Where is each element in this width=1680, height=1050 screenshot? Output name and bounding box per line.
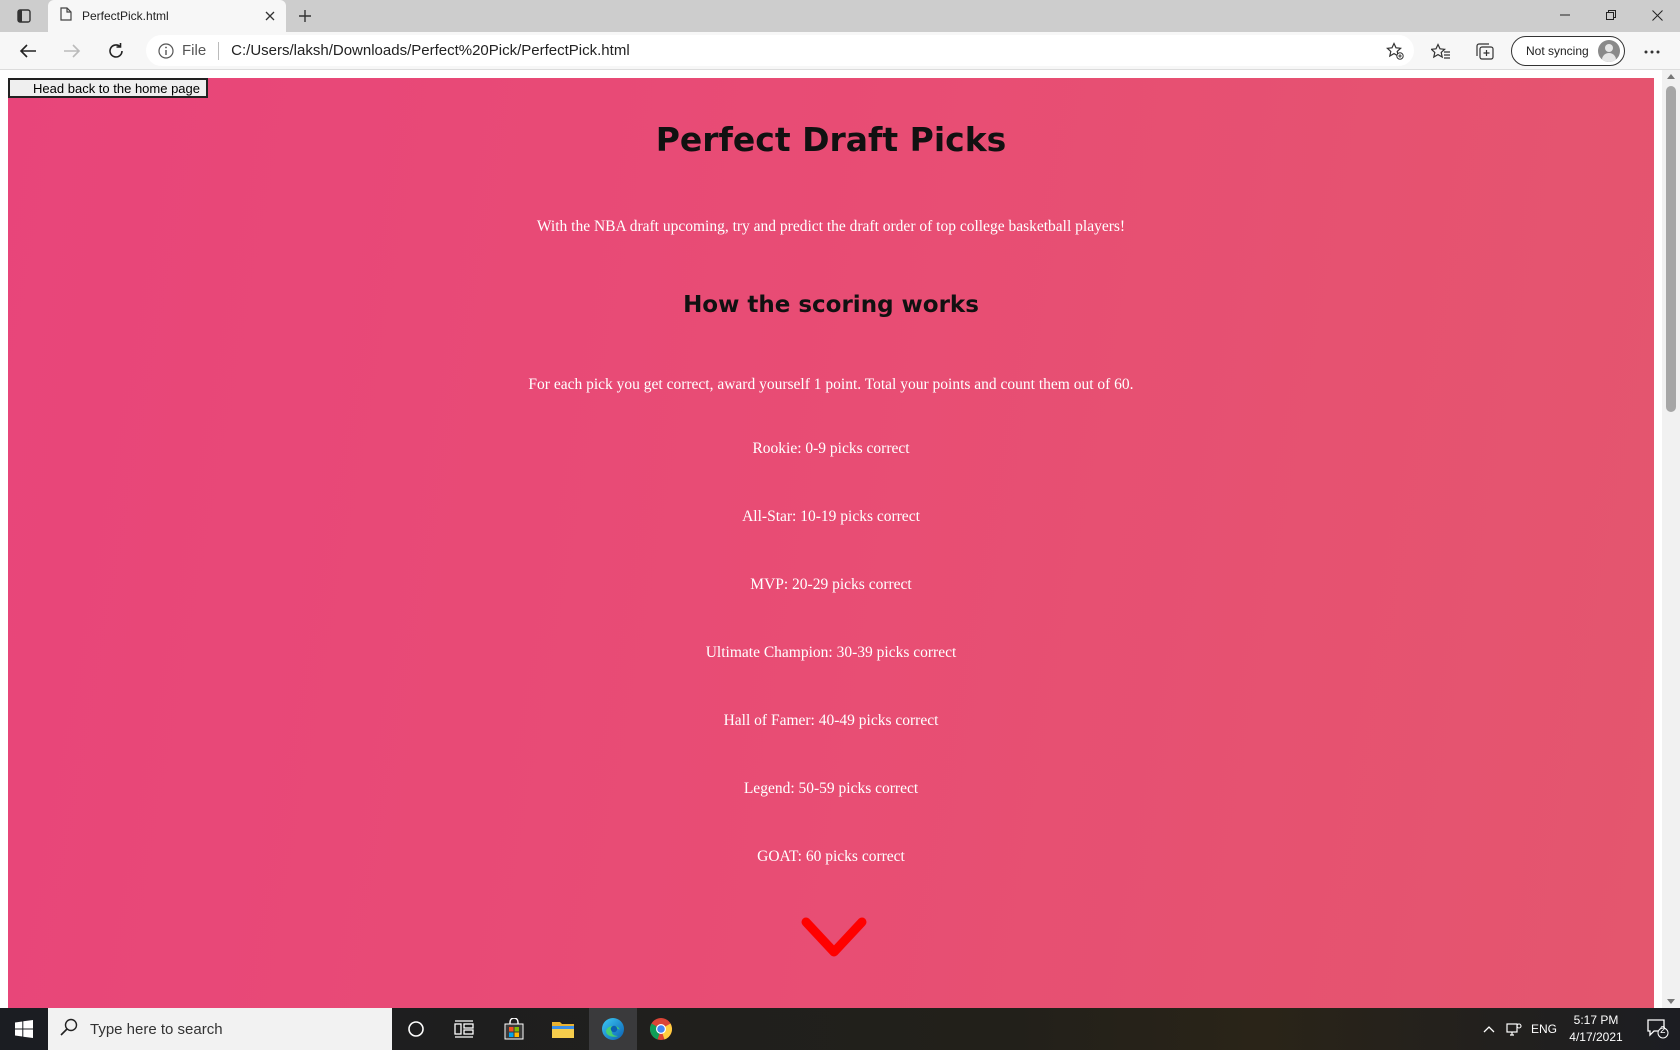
scroll-up-icon[interactable] — [1667, 74, 1675, 79]
windows-start-icon[interactable] — [0, 1008, 48, 1050]
protocol-label: File — [182, 42, 207, 59]
forward-arrow-icon[interactable] — [58, 37, 86, 65]
tab-actions-icon[interactable] — [10, 6, 38, 26]
refresh-icon[interactable] — [102, 37, 130, 65]
edge-browser-icon[interactable] — [589, 1008, 637, 1050]
favorites-icon[interactable] — [1430, 41, 1452, 63]
rank-mvp: MVP: 20-29 picks correct — [750, 576, 912, 593]
restore-button[interactable] — [1588, 0, 1634, 30]
address-divider — [218, 41, 220, 60]
page-viewport: Head back to the home page Perfect Draft… — [0, 70, 1680, 1008]
page-title: Perfect Draft Picks — [655, 120, 1007, 159]
new-tab-button[interactable] — [294, 5, 316, 27]
rank-hall-of-famer: Hall of Famer: 40-49 picks correct — [723, 712, 939, 729]
page-icon — [60, 6, 72, 26]
rank-list: Rookie: 0-9 picks correct All-Star: 10-1… — [8, 440, 1654, 916]
home-page-button[interactable]: Head back to the home page — [8, 78, 208, 98]
show-hidden-icons-chevron-up-icon[interactable] — [1478, 1008, 1500, 1050]
rank-all-star: All-Star: 10-19 picks correct — [742, 508, 920, 525]
url-text[interactable]: C:/Users/laksh/Downloads/Perfect%20Pick/… — [231, 42, 629, 59]
page-scrollbar[interactable] — [1662, 70, 1680, 1008]
back-arrow-icon[interactable] — [14, 37, 42, 65]
chevron-down-icon[interactable] — [800, 916, 868, 962]
rank-goat: GOAT: 60 picks correct — [757, 848, 905, 865]
info-icon[interactable] — [158, 42, 174, 59]
file-explorer-icon[interactable] — [539, 1008, 587, 1050]
avatar — [1598, 40, 1620, 62]
task-view-icon[interactable] — [440, 1008, 488, 1050]
collections-icon[interactable] — [1474, 41, 1496, 63]
browser-tab[interactable]: PerfectPick.html — [48, 0, 286, 32]
address-bar[interactable]: File C:/Users/laksh/Downloads/Perfect%20… — [146, 35, 1414, 66]
close-tab-icon[interactable] — [262, 8, 278, 24]
rank-ultimate-champion: Ultimate Champion: 30-39 picks correct — [705, 644, 957, 661]
page-body: Head back to the home page Perfect Draft… — [8, 78, 1654, 1008]
minimize-button[interactable] — [1542, 0, 1588, 30]
search-icon — [60, 1018, 78, 1041]
add-favorite-icon[interactable] — [1386, 42, 1404, 60]
clock-date: 4/17/2021 — [1569, 1030, 1623, 1044]
language-indicator[interactable]: ENG — [1528, 1008, 1560, 1050]
search-placeholder: Type here to search — [90, 1020, 223, 1038]
scoring-rules-text: For each pick you get correct, award you… — [528, 376, 1134, 393]
notification-count-badge: 2 — [1660, 1025, 1666, 1036]
windows-taskbar: Type here to search ENG 5:17 PM 4/17/202… — [0, 1008, 1680, 1050]
rank-legend: Legend: 50-59 picks correct — [743, 780, 919, 797]
browser-toolbar: File C:/Users/laksh/Downloads/Perfect%20… — [0, 32, 1680, 70]
network-icon[interactable] — [1502, 1008, 1526, 1050]
tab-title: PerfectPick.html — [82, 9, 169, 23]
taskbar-clock[interactable]: 5:17 PM 4/17/2021 — [1558, 1012, 1634, 1046]
notification-center-icon[interactable]: 2 — [1636, 1008, 1680, 1050]
scrollbar-thumb[interactable] — [1666, 86, 1676, 412]
scoring-heading: How the scoring works — [683, 292, 979, 318]
profile-sync-button[interactable]: Not syncing — [1511, 36, 1625, 66]
clock-time: 5:17 PM — [1573, 1013, 1619, 1027]
cortana-icon[interactable] — [392, 1008, 440, 1050]
chrome-browser-icon[interactable] — [637, 1008, 685, 1050]
close-window-button[interactable] — [1634, 0, 1680, 30]
tab-strip: PerfectPick.html — [0, 0, 1680, 32]
intro-text: With the NBA draft upcoming, try and pre… — [536, 218, 1126, 235]
scroll-down-icon[interactable] — [1667, 999, 1675, 1004]
taskbar-search-input[interactable]: Type here to search — [48, 1008, 392, 1050]
more-options-icon[interactable] — [1641, 41, 1663, 63]
rank-rookie: Rookie: 0-9 picks correct — [752, 440, 910, 457]
sync-status-label: Not syncing — [1526, 44, 1589, 58]
store-icon[interactable] — [490, 1008, 538, 1050]
